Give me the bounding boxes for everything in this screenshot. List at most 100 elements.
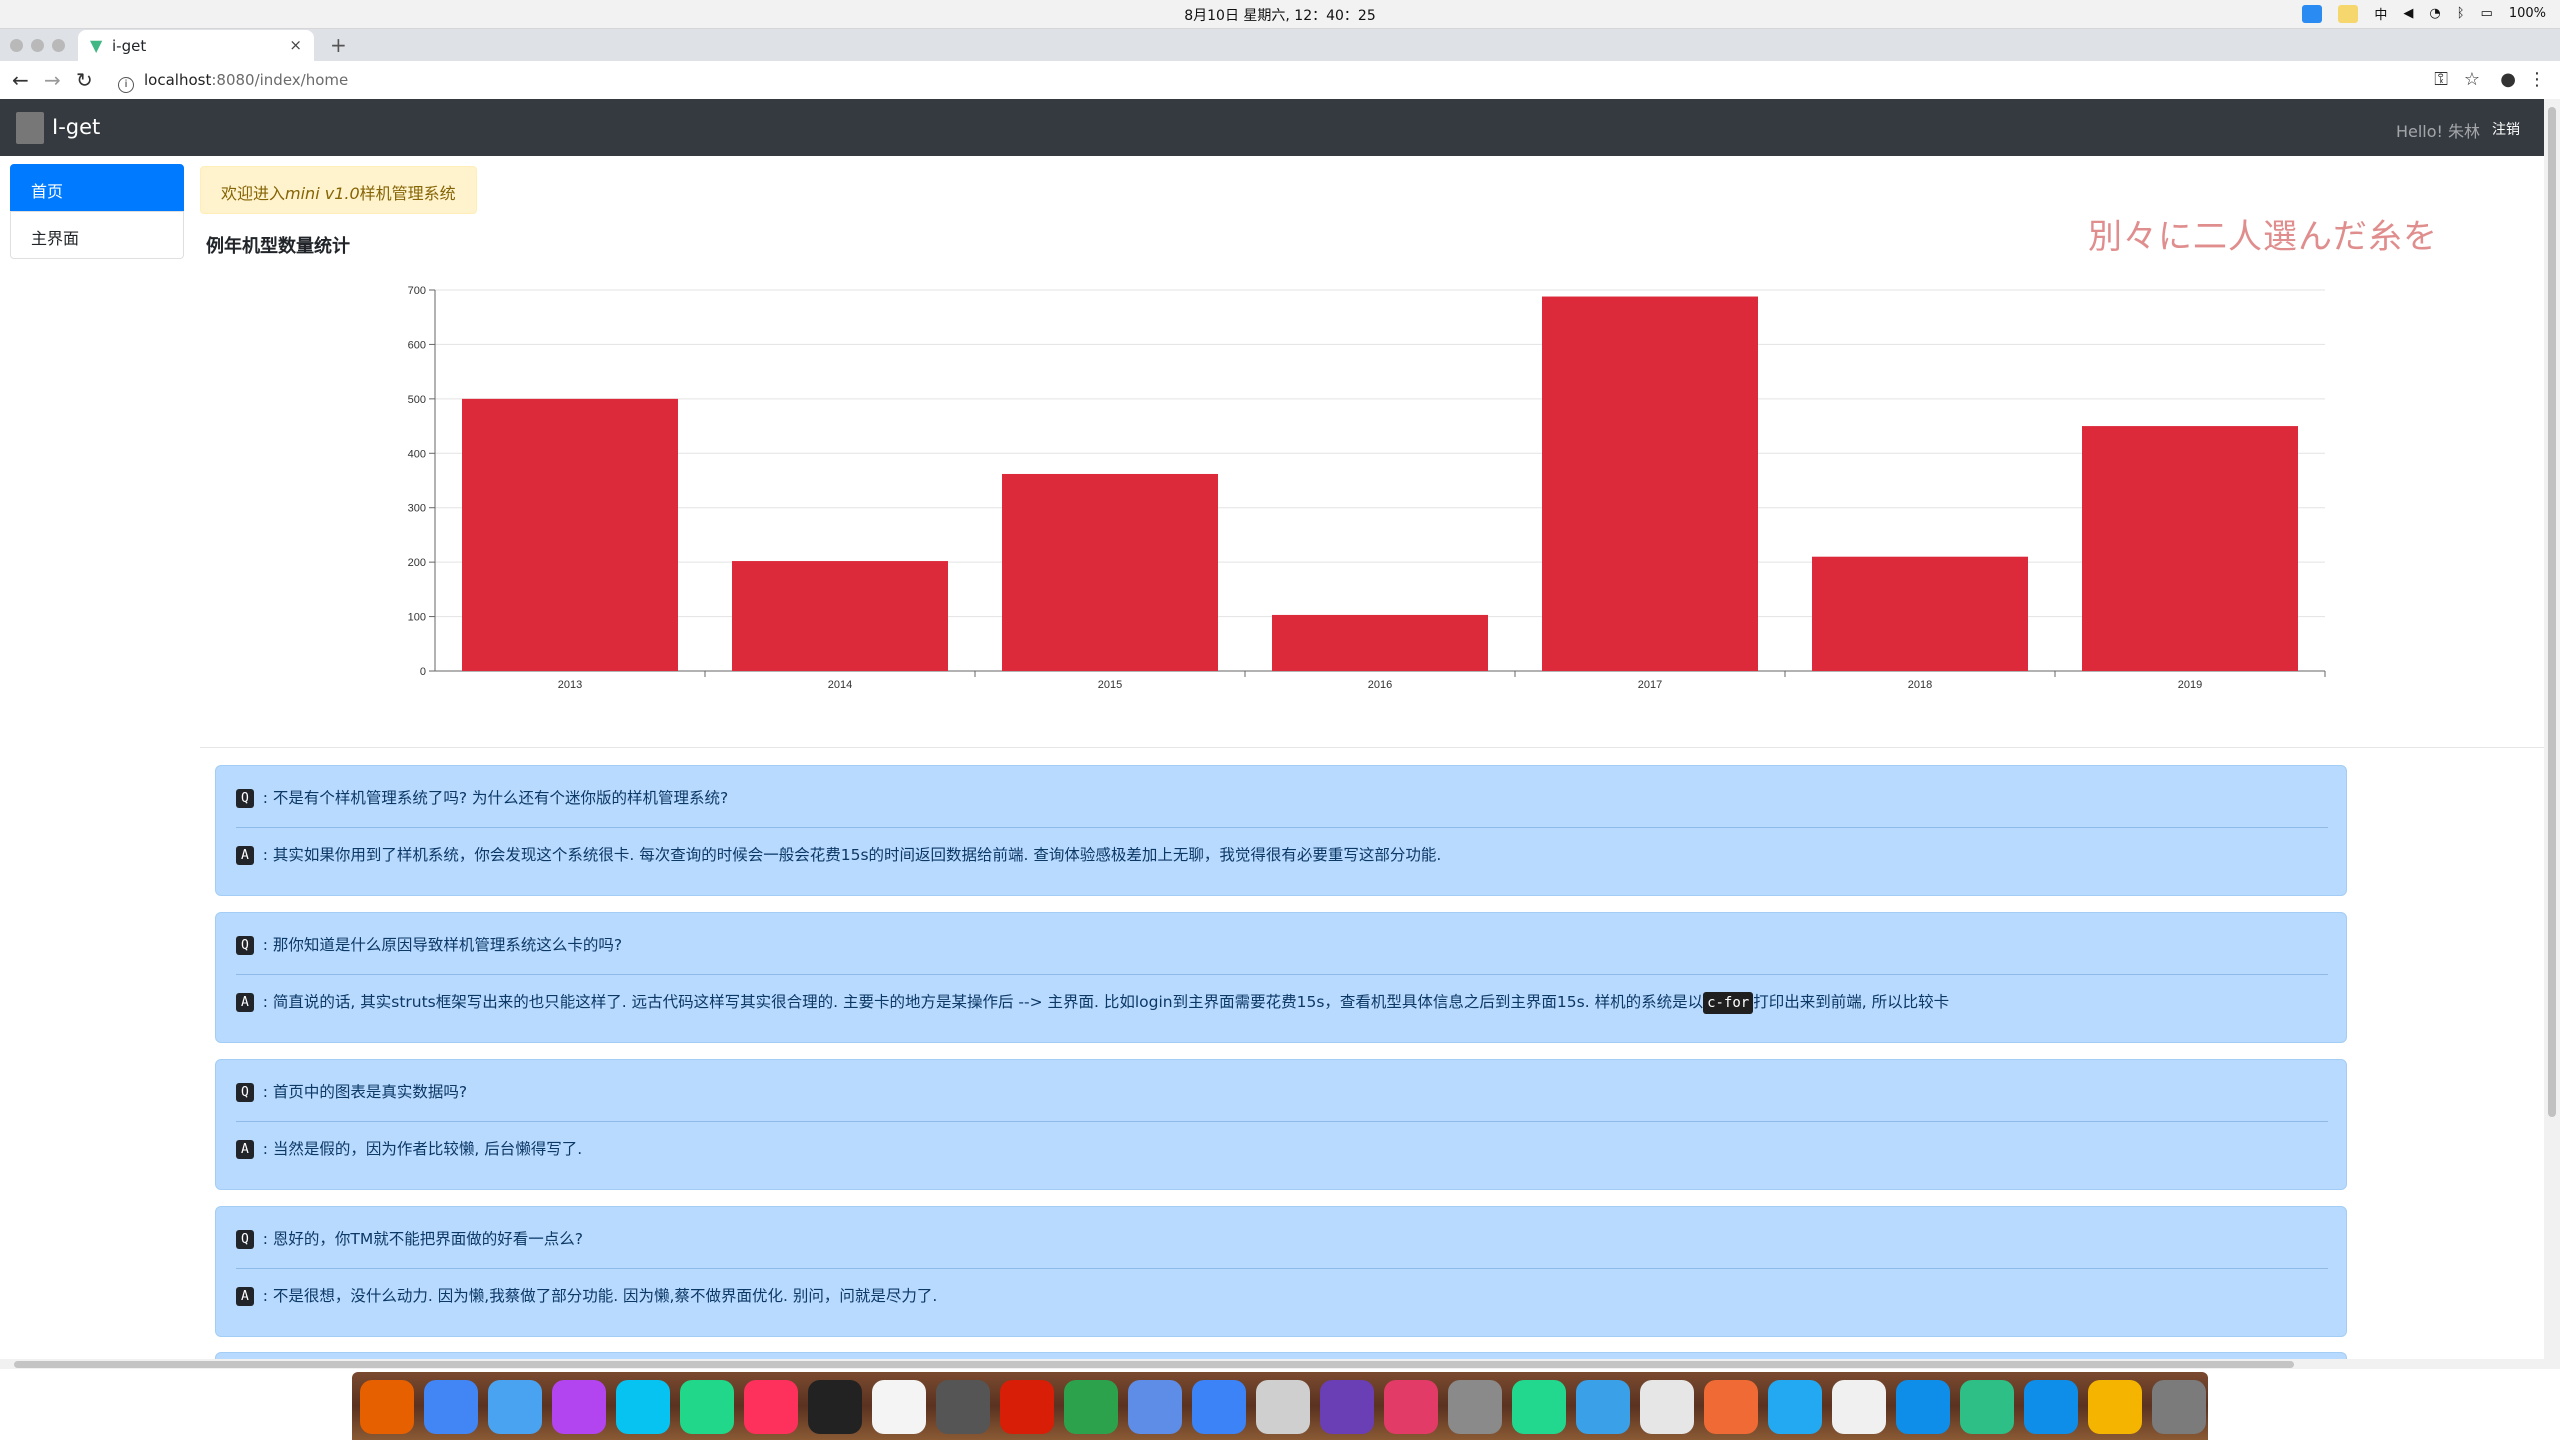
wifi-icon[interactable]: ◔ [2429, 6, 2440, 21]
faq-divider [236, 1268, 2328, 1269]
badge-sep: : [257, 846, 273, 864]
q-badge: Q [236, 1230, 254, 1249]
faq-question: Q : 那你知道是什么原因导致样机管理系统这么卡的吗? [236, 933, 622, 955]
rocket-icon[interactable] [2152, 1380, 2206, 1434]
system-prefs-icon[interactable] [1448, 1380, 1502, 1434]
sidebar-nav: 首页 主界面 [10, 164, 184, 259]
page-vertical-scrollbar[interactable] [2544, 99, 2560, 1369]
volume-icon[interactable]: ◀ [2403, 6, 2413, 21]
question-text: 首页中的图表是真实数据吗? [272, 1083, 468, 1101]
teamviewer-icon[interactable] [1896, 1380, 1950, 1434]
answer-text: 不是很想，没什么动力. 因为懒,我蔡做了部分功能. 因为懒,蔡不做界面优化. 别… [272, 1287, 938, 1305]
badge-sep: : [257, 1083, 273, 1101]
netease-music-icon[interactable] [1000, 1380, 1054, 1434]
faq-answer: A : 简直说的话, 其实struts框架写出来的也只能这样了. 远古代码这样写… [236, 990, 1949, 1014]
typora-icon[interactable] [1832, 1380, 1886, 1434]
scrollbar-thumb[interactable] [14, 1361, 2294, 1368]
vscode-icon[interactable] [1768, 1380, 1822, 1434]
x-tick-label: 2013 [558, 679, 582, 691]
brand-name[interactable]: I-get [52, 115, 100, 139]
bluetooth-icon[interactable]: ᛒ [2457, 6, 2465, 21]
a-badge: A [236, 993, 254, 1012]
paw-icon[interactable] [1704, 1380, 1758, 1434]
y-tick-label: 700 [408, 285, 426, 297]
back-arrow-icon[interactable]: ← [12, 68, 29, 92]
instastats-icon[interactable] [1320, 1380, 1374, 1434]
answer-text: 当然是假的，因为作者比较懒, 后台懒得写了. [272, 1140, 583, 1158]
profile-avatar-icon[interactable]: ● [2500, 69, 2516, 90]
keynote-icon[interactable] [1192, 1380, 1246, 1434]
welcome-suffix: 样机管理系统 [359, 184, 456, 203]
site-info-icon[interactable]: i [118, 77, 134, 93]
q-badge: Q [236, 789, 254, 808]
question-text: 不是有个样机管理系统了吗? 为什么还有个迷你版的样机管理系统? [272, 789, 729, 807]
url-path: :8080/index/home [211, 71, 349, 89]
mysql-workbench-icon[interactable] [1576, 1380, 1630, 1434]
flow-icon[interactable] [1384, 1380, 1438, 1434]
bar-2016 [1272, 614, 1488, 671]
terminal-icon[interactable] [808, 1380, 862, 1434]
address-bar[interactable]: i localhost:8080/index/home [118, 71, 348, 93]
notes-status-icon[interactable] [2338, 4, 2359, 23]
brand-logo-icon[interactable] [16, 112, 44, 144]
menubar-clock[interactable]: 8月10日 星期六, 12：40：25 [0, 5, 2560, 25]
numbers-icon[interactable] [1064, 1380, 1118, 1434]
minimize-window-button[interactable] [31, 39, 44, 52]
scripteditor-icon[interactable] [936, 1380, 990, 1434]
pycharm-icon[interactable] [680, 1380, 734, 1434]
font-book-icon[interactable] [1640, 1380, 1694, 1434]
x-tick-label: 2016 [1368, 679, 1392, 691]
phpstorm-icon[interactable] [552, 1380, 606, 1434]
decorative-overlay-text: 別々に二人選んだ糸を [2088, 217, 2438, 257]
webstorm-icon[interactable] [616, 1380, 670, 1434]
sidebar-item-main[interactable]: 主界面 [10, 211, 184, 259]
tab-close-icon[interactable]: × [289, 36, 302, 54]
chrome-icon[interactable] [424, 1380, 478, 1434]
bar-2017 [1542, 296, 1758, 671]
x-tick-label: 2015 [1098, 679, 1122, 691]
new-tab-button[interactable]: + [330, 33, 347, 57]
preview-icon[interactable] [1256, 1380, 1310, 1434]
zoom-window-button[interactable] [52, 39, 65, 52]
section-divider [200, 747, 2544, 748]
bookmark-star-icon[interactable]: ☆ [2464, 69, 2480, 90]
teamviewer2-icon[interactable] [2024, 1380, 2078, 1434]
screens-icon[interactable] [2088, 1380, 2142, 1434]
a-badge: A [236, 1287, 254, 1306]
battery-icon[interactable]: ▭ [2481, 6, 2493, 21]
faq-card-1: Q : 不是有个样机管理系统了吗? 为什么还有个迷你版的样机管理系统? A : … [215, 765, 2347, 896]
x-tick-label: 2019 [2178, 679, 2202, 691]
firefox-icon[interactable] [360, 1380, 414, 1434]
intellij-icon[interactable] [744, 1380, 798, 1434]
launchpad-icon[interactable] [1128, 1380, 1182, 1434]
datagrip-icon[interactable] [1512, 1380, 1566, 1434]
logout-link[interactable]: 注销 [2492, 119, 2520, 139]
faq-answer: A : 当然是假的，因为作者比较懒, 后台懒得写了. [236, 1137, 582, 1159]
infuse-icon[interactable] [1960, 1380, 2014, 1434]
sidebar-item-home[interactable]: 首页 [10, 164, 184, 212]
forward-arrow-icon[interactable]: → [44, 68, 61, 92]
key-icon[interactable]: ⚿ [2434, 69, 2448, 90]
page-horizontal-scrollbar[interactable] [0, 1359, 2544, 1369]
finder-icon[interactable] [488, 1380, 542, 1434]
welcome-prefix: 欢迎进入 [221, 184, 286, 203]
faq-divider [236, 974, 2328, 975]
inline-code: c-for [1703, 992, 1754, 1014]
question-text: 那你知道是什么原因导致样机管理系统这么卡的吗? [272, 936, 623, 954]
badge-sep: : [257, 936, 273, 954]
browser-tab[interactable]: ▼ i-get × [78, 30, 314, 61]
bar-2018 [1812, 556, 2028, 671]
bar-2014 [732, 561, 948, 671]
textedit-icon[interactable] [872, 1380, 926, 1434]
close-window-button[interactable] [10, 39, 23, 52]
y-tick-label: 100 [408, 612, 426, 624]
browser-menu-icon[interactable]: ⋮ [2528, 69, 2546, 90]
bar-2019 [2082, 426, 2298, 671]
y-tick-label: 500 [408, 394, 426, 406]
scrollbar-thumb[interactable] [2548, 107, 2556, 1117]
teamviewer-status-icon[interactable] [2302, 4, 2323, 23]
reload-icon[interactable]: ↻ [76, 68, 93, 92]
input-method-icon[interactable]: 中 [2374, 4, 2387, 23]
welcome-alert: 欢迎进入mini v1.0样机管理系统 [200, 166, 477, 214]
faq-answer: A : 不是很想，没什么动力. 因为懒,我蔡做了部分功能. 因为懒,蔡不做界面优… [236, 1284, 937, 1306]
